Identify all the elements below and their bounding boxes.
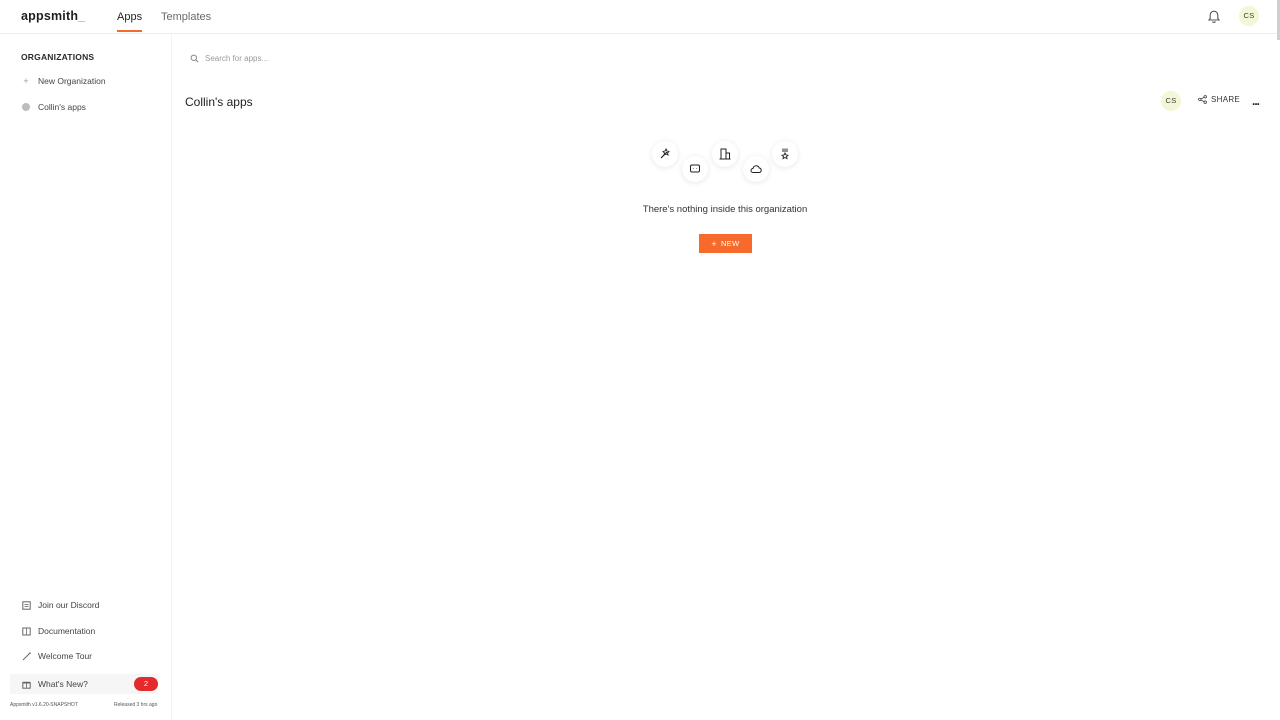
organizations-heading: ORGANIZATIONS [21, 52, 95, 62]
share-label: SHARE [1211, 95, 1241, 104]
search-bar[interactable]: Search for apps... [190, 54, 268, 63]
whats-new-label: What's New? [38, 679, 88, 689]
member-avatar[interactable]: CS [1161, 91, 1181, 111]
top-header: appsmith_ Apps Templates CS [0, 0, 1280, 34]
sidebar-item-label: Collin's apps [38, 102, 86, 112]
tour-icon [21, 651, 31, 661]
join-discord-link[interactable]: Join our Discord [21, 600, 99, 610]
org-title: Collin's apps [185, 95, 253, 109]
new-organization-button[interactable]: + New Organization [21, 76, 106, 86]
active-tab-indicator [117, 30, 142, 32]
building-icon [712, 141, 738, 167]
released-text: Released 3 hrs ago [114, 702, 158, 708]
sidebar-item-collins-apps[interactable]: Collin's apps [21, 102, 86, 112]
discord-icon [21, 600, 31, 610]
book-icon [21, 626, 31, 636]
cloud-icon [743, 156, 769, 182]
documentation-link[interactable]: Documentation [21, 626, 95, 636]
documentation-label: Documentation [38, 626, 96, 636]
welcome-tour-label: Welcome Tour [38, 651, 93, 661]
share-button[interactable]: SHARE [1198, 95, 1240, 104]
tab-apps[interactable]: Apps [117, 11, 142, 23]
chat-icon [682, 156, 708, 182]
notification-badge: 2 [134, 677, 158, 691]
gift-icon [21, 679, 31, 689]
whats-new-row: What's New? [21, 679, 88, 689]
new-organization-label: New Organization [38, 76, 106, 86]
search-icon [190, 54, 199, 63]
more-options-icon[interactable]: ... [1252, 94, 1260, 108]
search-input[interactable]: Search for apps... [205, 54, 268, 63]
appsmith-logo[interactable]: appsmith_ [21, 9, 85, 23]
new-button-label: NEW [720, 239, 740, 248]
tab-templates[interactable]: Templates [161, 11, 211, 23]
whats-new-button[interactable]: What's New? 2 [10, 674, 158, 694]
sidebar: ORGANIZATIONS + New Organization Collin'… [0, 34, 172, 720]
org-dot-icon [21, 102, 31, 112]
award-icon [772, 141, 798, 167]
version-text: Appsmith v1.6.20-SNAPSHOT [10, 702, 78, 708]
join-discord-label: Join our Discord [38, 600, 100, 610]
bell-icon[interactable] [1206, 9, 1222, 25]
plus-icon: + [711, 238, 717, 249]
new-app-button[interactable]: + NEW [699, 234, 752, 253]
user-avatar[interactable]: CS [1239, 6, 1259, 26]
empty-state-message: There's nothing inside this organization [642, 204, 808, 215]
welcome-tour-link[interactable]: Welcome Tour [21, 651, 92, 661]
plus-icon: + [23, 76, 29, 86]
magic-wand-icon [652, 141, 678, 167]
share-icon [1198, 95, 1207, 104]
